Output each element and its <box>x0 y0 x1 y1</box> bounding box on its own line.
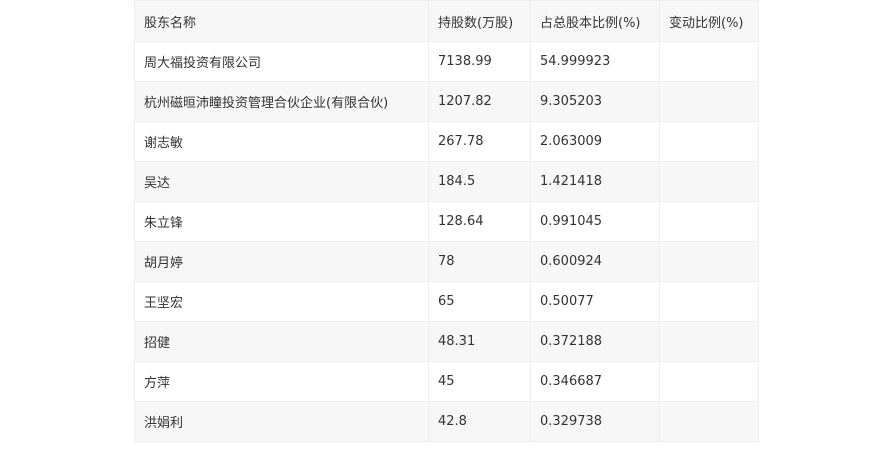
table-row: 王坚宏 65 0.50077 <box>134 281 759 322</box>
cell-shares-held: 128.64 <box>428 201 531 242</box>
cell-shares-held: 65 <box>428 281 531 322</box>
cell-change-ratio <box>659 321 759 362</box>
header-shareholder-name: 股东名称 <box>134 0 429 42</box>
cell-change-ratio <box>659 201 759 242</box>
cell-shares-held: 42.8 <box>428 401 531 442</box>
table-row: 胡月婷 78 0.600924 <box>134 241 759 282</box>
cell-change-ratio <box>659 401 759 442</box>
cell-share-ratio: 54.999923 <box>530 41 660 82</box>
cell-share-ratio: 0.50077 <box>530 281 660 322</box>
cell-change-ratio <box>659 121 759 162</box>
cell-change-ratio <box>659 161 759 202</box>
cell-shareholder-name: 朱立锋 <box>134 201 429 242</box>
cell-shares-held: 267.78 <box>428 121 531 162</box>
cell-shares-held: 48.31 <box>428 321 531 362</box>
table-row: 谢志敏 267.78 2.063009 <box>134 121 759 162</box>
cell-share-ratio: 0.372188 <box>530 321 660 362</box>
table-row: 方萍 45 0.346687 <box>134 361 759 402</box>
cell-shareholder-name: 杭州磁晅沛瞳投资管理合伙企业(有限合伙) <box>134 81 429 122</box>
cell-share-ratio: 0.991045 <box>530 201 660 242</box>
cell-share-ratio: 0.329738 <box>530 401 660 442</box>
cell-change-ratio <box>659 361 759 402</box>
header-row: 股东名称 持股数(万股) 占总股本比例(%) 变动比例(%) <box>134 0 759 42</box>
cell-shares-held: 1207.82 <box>428 81 531 122</box>
cell-shareholder-name: 方萍 <box>134 361 429 402</box>
cell-shareholder-name: 谢志敏 <box>134 121 429 162</box>
table-row: 周大福投资有限公司 7138.99 54.999923 <box>134 41 759 82</box>
table-row: 朱立锋 128.64 0.991045 <box>134 201 759 242</box>
cell-share-ratio: 0.346687 <box>530 361 660 402</box>
shareholder-table: 股东名称 持股数(万股) 占总股本比例(%) 变动比例(%) 周大福投资有限公司… <box>134 0 759 442</box>
cell-shareholder-name: 胡月婷 <box>134 241 429 282</box>
table-row: 洪娟利 42.8 0.329738 <box>134 401 759 442</box>
cell-shares-held: 78 <box>428 241 531 282</box>
table-row: 招健 48.31 0.372188 <box>134 321 759 362</box>
cell-share-ratio: 9.305203 <box>530 81 660 122</box>
header-change-ratio: 变动比例(%) <box>659 0 759 42</box>
cell-shareholder-name: 吴达 <box>134 161 429 202</box>
table-row: 吴达 184.5 1.421418 <box>134 161 759 202</box>
table-body: 周大福投资有限公司 7138.99 54.999923 杭州磁晅沛瞳投资管理合伙… <box>134 41 759 442</box>
shareholder-table-container: 股东名称 持股数(万股) 占总股本比例(%) 变动比例(%) 周大福投资有限公司… <box>134 0 759 442</box>
header-share-ratio: 占总股本比例(%) <box>530 0 660 42</box>
cell-shareholder-name: 招健 <box>134 321 429 362</box>
cell-change-ratio <box>659 41 759 82</box>
cell-shares-held: 45 <box>428 361 531 402</box>
cell-share-ratio: 0.600924 <box>530 241 660 282</box>
table-header: 股东名称 持股数(万股) 占总股本比例(%) 变动比例(%) <box>134 0 759 42</box>
cell-shares-held: 7138.99 <box>428 41 531 82</box>
cell-change-ratio <box>659 281 759 322</box>
cell-share-ratio: 1.421418 <box>530 161 660 202</box>
cell-change-ratio <box>659 241 759 282</box>
table-row: 杭州磁晅沛瞳投资管理合伙企业(有限合伙) 1207.82 9.305203 <box>134 81 759 122</box>
cell-change-ratio <box>659 81 759 122</box>
cell-share-ratio: 2.063009 <box>530 121 660 162</box>
header-shares-held: 持股数(万股) <box>428 0 531 42</box>
cell-shareholder-name: 洪娟利 <box>134 401 429 442</box>
cell-shareholder-name: 王坚宏 <box>134 281 429 322</box>
cell-shares-held: 184.5 <box>428 161 531 202</box>
cell-shareholder-name: 周大福投资有限公司 <box>134 41 429 82</box>
